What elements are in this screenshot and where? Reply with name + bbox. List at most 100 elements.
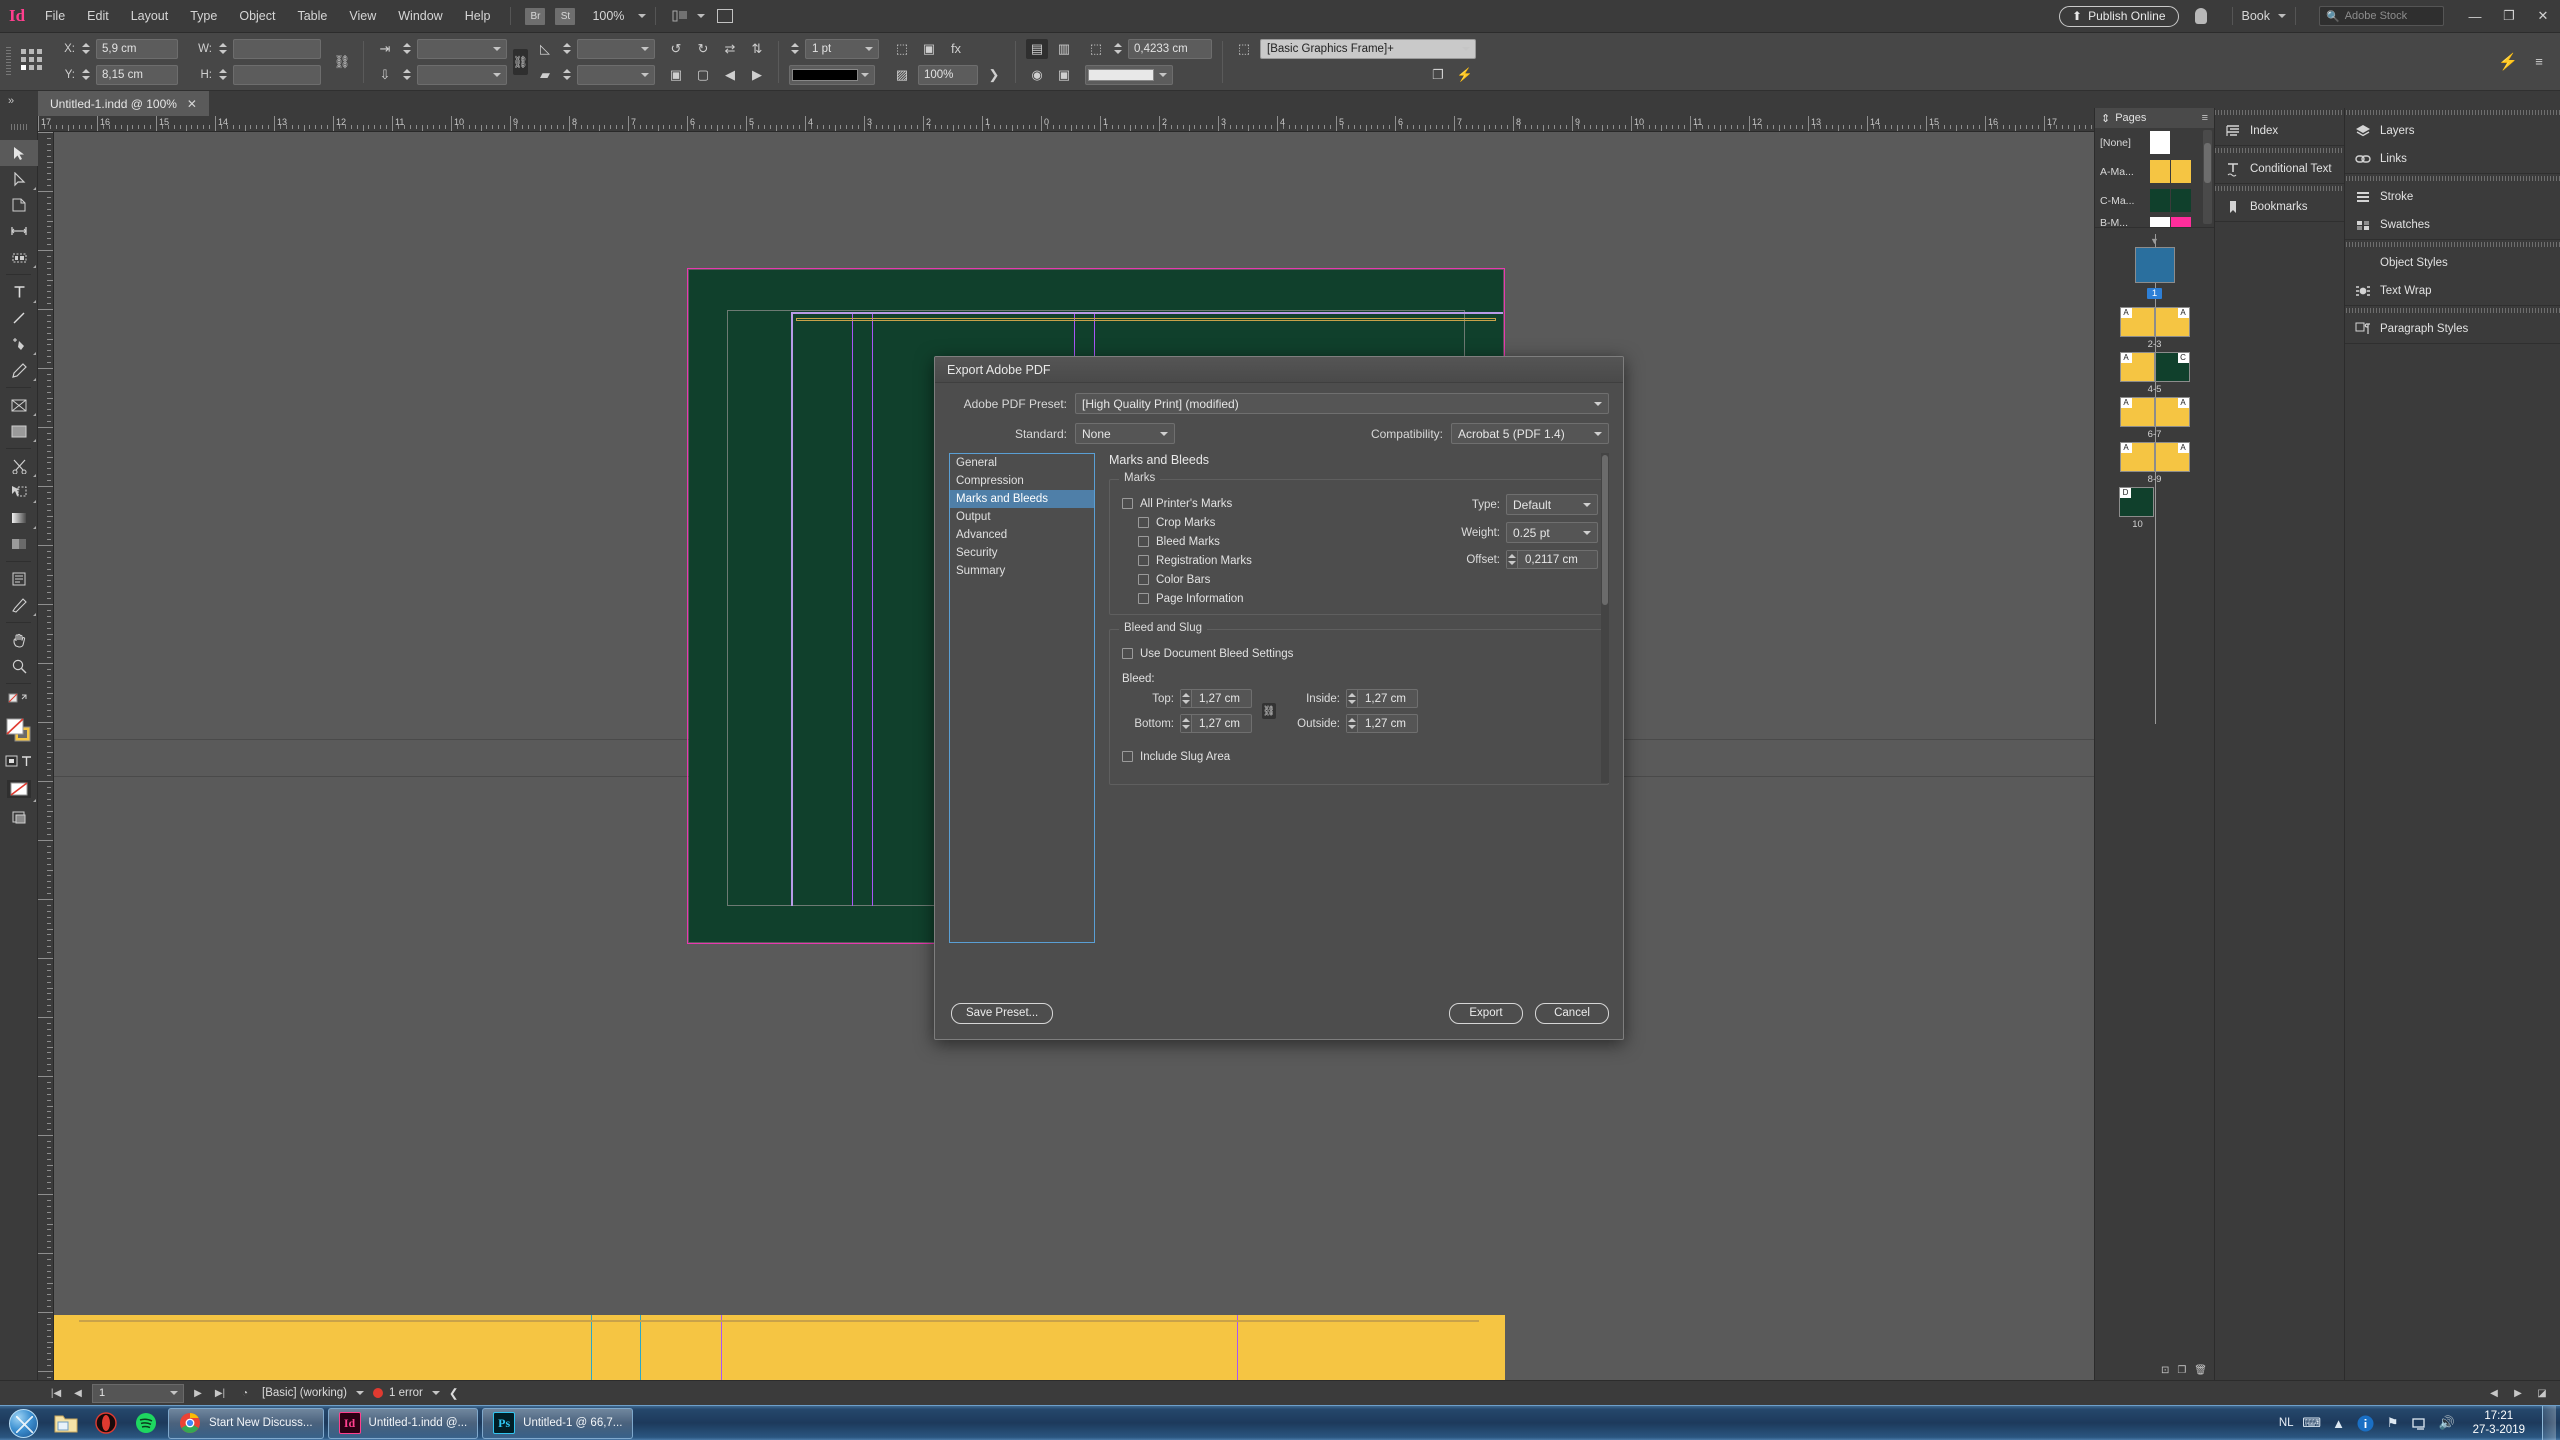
- master-thumb-none[interactable]: [2150, 131, 2170, 154]
- mark-type-dropdown-icon[interactable]: [1580, 495, 1594, 515]
- panel-tab-layers[interactable]: Layers: [2345, 117, 2560, 145]
- view-mode-icon[interactable]: [0, 804, 38, 830]
- x-input[interactable]: 5,9 cm: [96, 38, 178, 59]
- horizontal-scroll-right-icon[interactable]: ▶: [2510, 1384, 2526, 1402]
- menu-object[interactable]: Object: [228, 0, 286, 33]
- tool-scissors[interactable]: [0, 453, 38, 479]
- panel-tab-text-wrap[interactable]: Text Wrap: [2345, 277, 2560, 305]
- dock-grip-conditional-text[interactable]: [2215, 146, 2344, 155]
- stroke-weight-input[interactable]: 1 pt: [805, 38, 879, 59]
- opacity-input[interactable]: 100%: [918, 64, 978, 85]
- preflight-status-icon[interactable]: ◔: [234, 1384, 256, 1402]
- bleed-top-field[interactable]: 1,27 cm: [1180, 689, 1252, 708]
- pages-panel-menu-icon[interactable]: ≡: [2202, 112, 2208, 124]
- rotate-cw-90-icon[interactable]: ↻: [692, 39, 714, 59]
- mark-weight-select[interactable]: 0.25 pt: [1506, 522, 1598, 543]
- mark-offset-stepper[interactable]: [1507, 551, 1518, 568]
- page-thumb-3[interactable]: A: [2154, 307, 2190, 337]
- view-options-icon[interactable]: [669, 6, 691, 26]
- stroke-weight-stepper[interactable]: [789, 39, 800, 59]
- page-information-checkbox[interactable]: [1138, 593, 1149, 604]
- tool-free-transform[interactable]: [0, 479, 38, 505]
- masters-scrollbar[interactable]: [2203, 130, 2212, 224]
- tool-rectangle[interactable]: [0, 418, 38, 444]
- toolbox-grip[interactable]: [9, 120, 28, 134]
- action-center-icon[interactable]: [2357, 1414, 2375, 1432]
- status-expand-icon[interactable]: ❮: [449, 1386, 459, 1400]
- spread-1[interactable]: ▼ 1: [2095, 236, 2214, 301]
- screen-mode-icon[interactable]: [717, 9, 734, 23]
- text-frame-columns-icon[interactable]: ▤: [1026, 38, 1048, 59]
- master-row-b[interactable]: B-M...: [2095, 215, 2214, 227]
- scale-x-stepper[interactable]: [401, 39, 412, 59]
- menu-edit[interactable]: Edit: [76, 0, 120, 33]
- taskbar-app-indesign[interactable]: Id Untitled-1.indd @...: [327, 1407, 479, 1439]
- spread-8-9-thumbs[interactable]: A A: [2095, 442, 2214, 472]
- constrain-proportions-wh-icon[interactable]: ⛓: [331, 52, 353, 72]
- page-thumb-4[interactable]: A: [2119, 352, 2155, 382]
- vertical-align-bottom-icon[interactable]: ▣: [1053, 65, 1075, 85]
- object-style-icon[interactable]: ⬚: [1233, 39, 1255, 59]
- rotation-input[interactable]: [577, 38, 655, 59]
- last-page-icon[interactable]: ▶|: [212, 1384, 228, 1402]
- page-thumb-10[interactable]: D: [2119, 487, 2154, 517]
- quick-apply-bolt-icon[interactable]: ⚡: [2498, 52, 2518, 72]
- mark-weight-dropdown-icon[interactable]: [1580, 523, 1594, 543]
- horizontal-scroll-left-icon[interactable]: ◀: [2486, 1384, 2502, 1402]
- cancel-button[interactable]: Cancel: [1535, 1002, 1609, 1024]
- edit-page-size-icon[interactable]: ⊡: [2161, 1365, 2169, 1376]
- dock-grip-object-styles[interactable]: [2345, 240, 2560, 249]
- master-row-none[interactable]: [None]: [2095, 128, 2214, 157]
- bleed-inside-stepper[interactable]: [1347, 690, 1358, 707]
- nav-compression[interactable]: Compression: [950, 472, 1094, 490]
- export-button[interactable]: Export: [1449, 1002, 1523, 1024]
- save-preset-button[interactable]: Save Preset...: [951, 1002, 1054, 1024]
- vertical-align-center-icon[interactable]: ◉: [1026, 65, 1048, 85]
- tool-selection[interactable]: [0, 140, 38, 166]
- all-printers-marks-checkbox[interactable]: [1122, 498, 1133, 509]
- spread-10[interactable]: D 10: [2095, 487, 2214, 530]
- preset-select[interactable]: [High Quality Print] (modified): [1075, 393, 1609, 414]
- menu-type[interactable]: Type: [179, 0, 228, 33]
- rotation-stepper[interactable]: [561, 39, 572, 59]
- workspace-switcher[interactable]: Book: [2242, 9, 2286, 23]
- next-spread-page[interactable]: [54, 1315, 1505, 1380]
- page-thumb-1[interactable]: [2134, 247, 2175, 283]
- tool-note[interactable]: [0, 566, 38, 592]
- tool-rectangle-frame[interactable]: [0, 392, 38, 418]
- volume-icon[interactable]: 🔊: [2438, 1414, 2456, 1432]
- spread-1-label[interactable]: 1: [2146, 288, 2163, 299]
- bleed-bottom-field[interactable]: 1,27 cm: [1180, 714, 1252, 733]
- taskbar-app-photoshop[interactable]: Ps Untitled-1 @ 66,7...: [482, 1407, 634, 1439]
- dock-grip-index[interactable]: [2215, 108, 2344, 117]
- tool-eyedropper[interactable]: [0, 592, 38, 618]
- flip-vertical-icon[interactable]: ⇅: [746, 39, 768, 59]
- tool-pen[interactable]: [0, 331, 38, 357]
- compatibility-dropdown-icon[interactable]: [1591, 424, 1605, 444]
- show-hidden-icons-icon[interactable]: ▲: [2330, 1414, 2348, 1432]
- dock-grip-layers[interactable]: [2345, 108, 2560, 117]
- window-close-button[interactable]: ✕: [2526, 0, 2560, 33]
- quick-apply-icon[interactable]: ⚡: [1454, 65, 1476, 85]
- stroke-weight-dropdown-icon[interactable]: [862, 39, 876, 59]
- lightbulb-icon[interactable]: [2194, 8, 2207, 24]
- clock[interactable]: 17:21 27-3-2019: [2465, 1409, 2533, 1437]
- first-page-icon[interactable]: |◀: [48, 1384, 64, 1402]
- tool-gradient-feather[interactable]: [0, 531, 38, 557]
- quick-launch-explorer[interactable]: [46, 1407, 86, 1440]
- corner-radius-input[interactable]: 0,4233 cm: [1128, 38, 1212, 59]
- preflight-profile-dropdown-icon[interactable]: [353, 1383, 367, 1403]
- panel-tab-bookmarks[interactable]: Bookmarks: [2215, 193, 2344, 221]
- bleed-outside-stepper[interactable]: [1347, 715, 1358, 732]
- panel-tab-object-styles[interactable]: roke="#d4d4d4" stroke-dasharray="2 1.5"/…: [2345, 249, 2560, 277]
- page-thumb-7[interactable]: A: [2154, 397, 2190, 427]
- corner-shape-select[interactable]: [1085, 64, 1173, 85]
- y-stepper[interactable]: [80, 65, 91, 85]
- select-next-icon[interactable]: ▶: [746, 65, 768, 85]
- make-all-bleed-settings-same-icon[interactable]: ⛓: [1262, 703, 1276, 719]
- create-new-page-icon[interactable]: ❐: [2177, 1365, 2186, 1376]
- tool-zoom[interactable]: [0, 653, 38, 679]
- tool-pencil[interactable]: [0, 357, 38, 383]
- object-style-dropdown-icon[interactable]: [1459, 39, 1473, 59]
- spread-10-label[interactable]: 10: [2095, 519, 2214, 530]
